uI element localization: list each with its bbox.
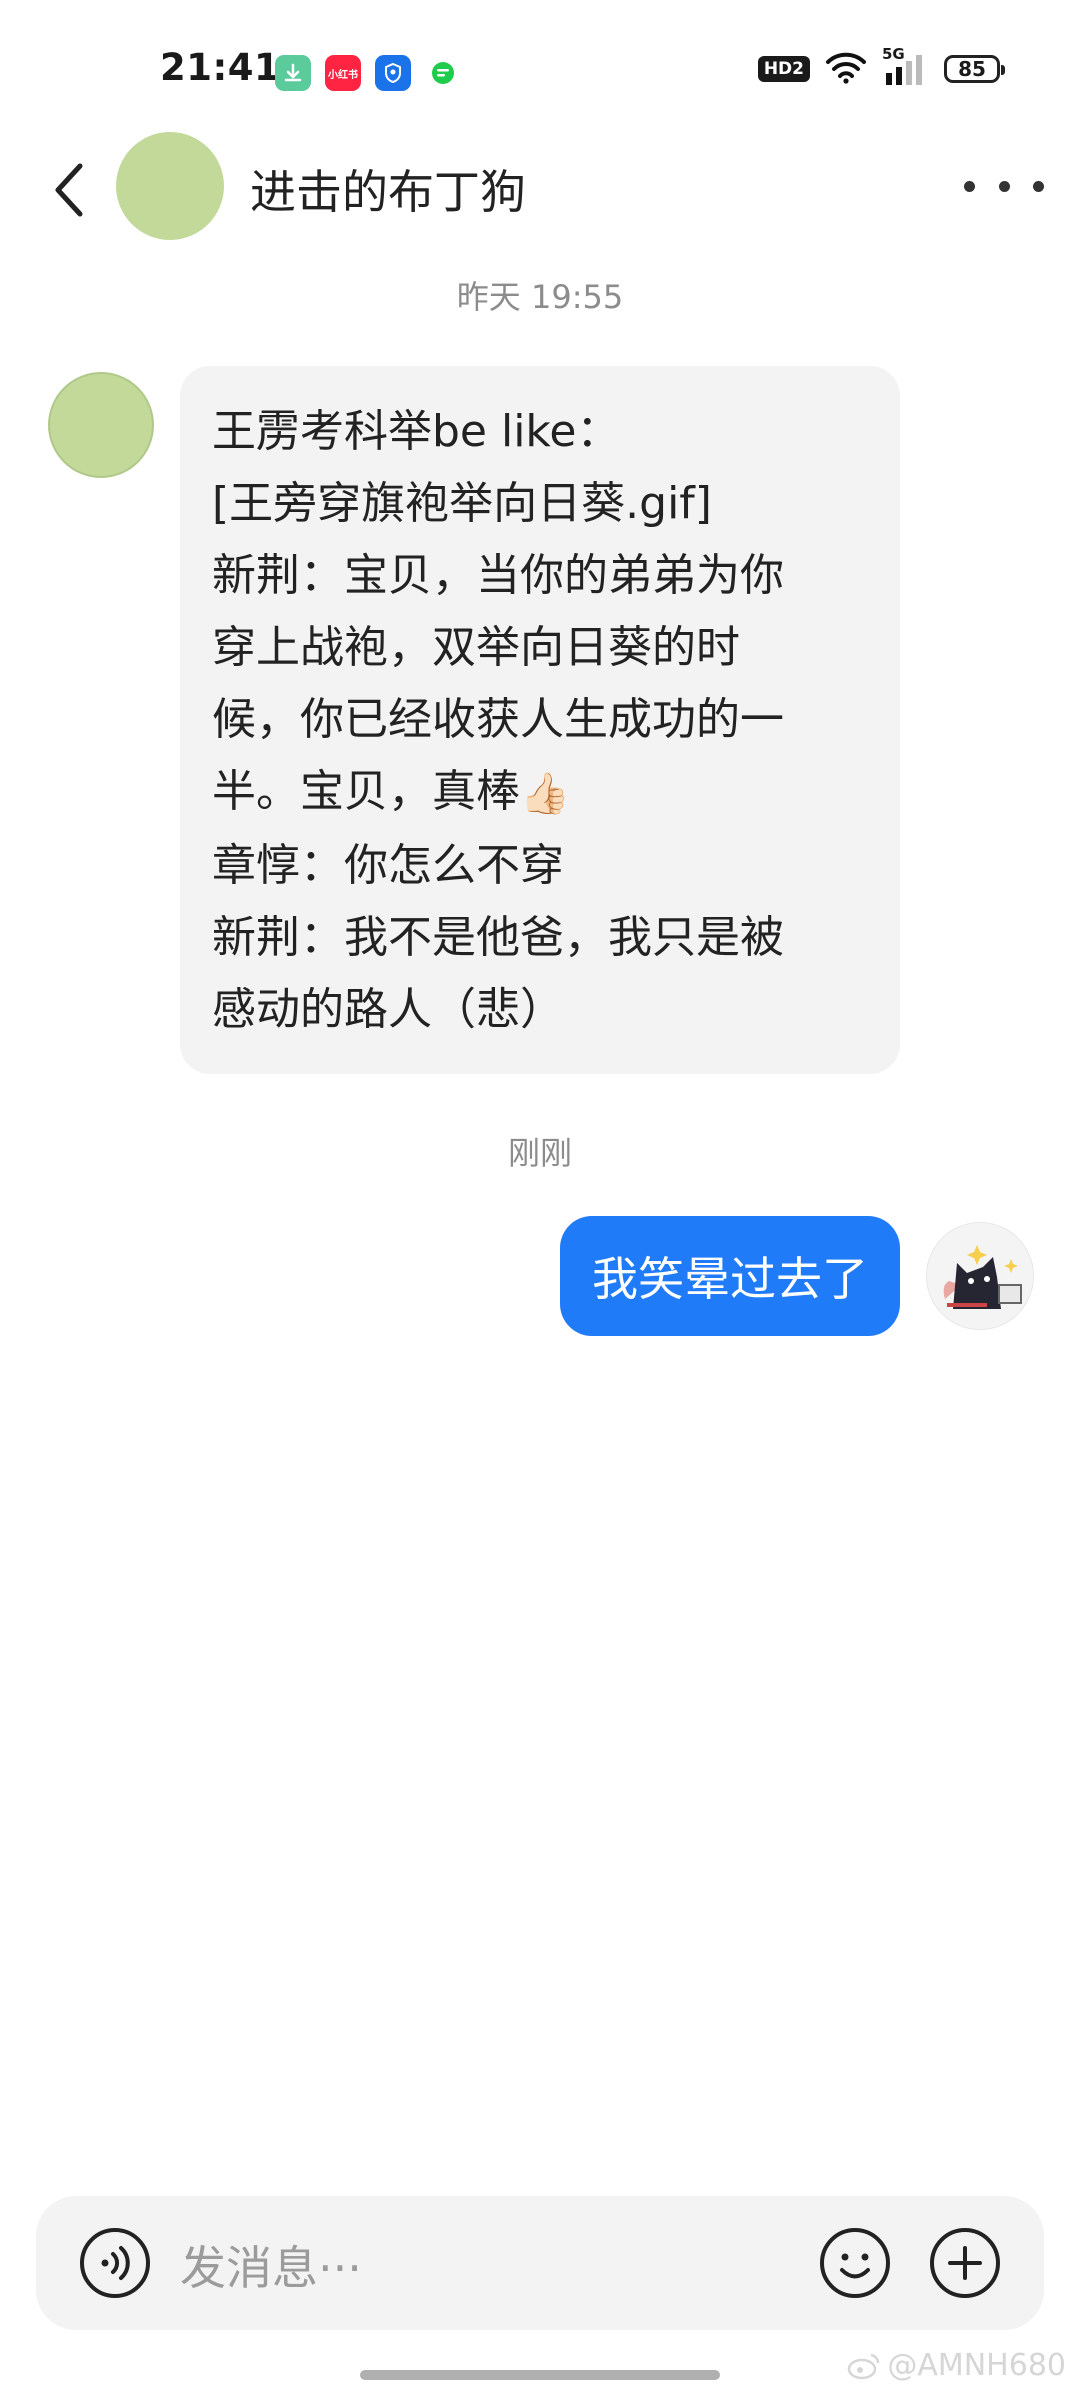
message-line: 新荆：宝贝，当你的弟弟为你 [212,550,784,601]
voice-icon [80,2228,150,2298]
download-icon [275,55,311,91]
home-indicator[interactable] [360,2370,720,2380]
thumbs-up-emoji: 👍🏻 [520,771,570,817]
battery-icon: 85 [944,55,1005,83]
contact-name[interactable]: 进击的布丁狗 [250,156,526,222]
shield-icon [375,55,411,91]
voice-input-button[interactable] [78,2226,152,2300]
message-input[interactable]: 发消息··· [180,2232,362,2298]
message-line: 章惇：你怎么不穿 [212,840,564,891]
message-line: 候，你已经收获人生成功的一 [212,694,784,745]
watermark-text: @AMNH680 [887,2348,1066,2383]
hd-badge: HD2 [757,56,810,82]
wifi-icon [824,50,868,88]
dot-icon [1033,180,1044,192]
message-timestamp: 刚刚 [507,1134,572,1172]
status-right: HD2 5G 85 [757,45,1005,88]
more-options-button[interactable] [964,166,1044,206]
chat-app-icon [425,55,461,91]
message-line: [王旁穿旗袍举向日葵.gif] [212,478,712,529]
message-line: 感动的路人（悲） [212,984,564,1035]
smiley-icon [820,2228,890,2298]
sender-avatar[interactable] [48,372,154,478]
xiaohongshu-icon: 小红书 [325,55,361,91]
status-time: 21:41 [160,46,281,89]
message-timestamp: 昨天 19:55 [456,278,624,316]
battery-level: 85 [958,57,986,81]
chat-header: 进击的布丁狗 [0,130,1080,250]
signal-icon: 5G [882,45,930,87]
outgoing-message-bubble[interactable]: 我笑晕过去了 [560,1216,900,1336]
message-line: 半。宝贝，真棒 [212,766,520,817]
message-line: 穿上战袍，双举向日葵的时 [212,622,740,673]
dot-icon [964,180,975,192]
message-input-bar: 发消息··· [36,2196,1044,2330]
status-bar: 21:41 小红书 HD2 5G 85 [0,0,1080,130]
message-text: 我笑晕过去了 [592,1252,868,1306]
my-avatar[interactable] [926,1222,1034,1330]
message-line: 新荆：我不是他爸，我只是被 [212,912,784,963]
message-line: 王雳考科举be like： [212,406,621,457]
plus-icon [930,2228,1000,2298]
contact-avatar[interactable] [116,132,224,240]
add-attachment-button[interactable] [928,2226,1002,2300]
incoming-message-bubble[interactable]: 王雳考科举be like： [王旁穿旗袍举向日葵.gif] 新荆：宝贝，当你的弟… [180,366,900,1074]
weibo-icon [848,2353,880,2379]
dot-icon [998,180,1010,192]
back-button[interactable] [48,158,96,222]
watermark: @AMNH680 [847,2348,1066,2383]
emoji-button[interactable] [818,2226,892,2300]
cat-avatar-icon [927,1223,1033,1329]
chevron-left-icon [55,163,83,217]
message-line-with-emoji: 半。宝贝，真棒👍🏻 [212,756,868,830]
